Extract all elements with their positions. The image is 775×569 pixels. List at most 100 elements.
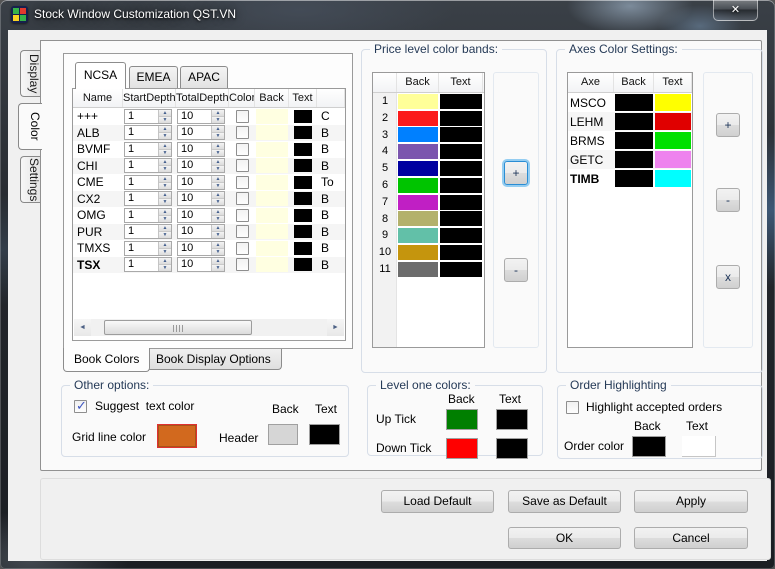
- side-tab-settings[interactable]: Settings: [20, 156, 41, 203]
- spinner-down-icon[interactable]: ▼: [212, 215, 224, 222]
- book-row-name[interactable]: TSX: [73, 257, 123, 274]
- book-row-totaldepth-spinner[interactable]: 10▲▼: [177, 241, 225, 256]
- book-row-back-swatch[interactable]: [256, 125, 288, 140]
- book-row-totaldepth-spinner[interactable]: 10▲▼: [177, 142, 225, 157]
- add-axis-button[interactable]: +: [716, 113, 740, 137]
- price-band-back-swatch[interactable]: [398, 127, 438, 142]
- book-row-text-swatch[interactable]: [294, 176, 312, 189]
- scrollbar-track[interactable]: [91, 319, 327, 336]
- side-tab-color[interactable]: Color: [18, 103, 42, 150]
- remove-axis-button[interactable]: -: [716, 188, 740, 212]
- book-row-name[interactable]: +++: [73, 108, 123, 125]
- spinner-down-icon[interactable]: ▼: [159, 264, 171, 271]
- spinner-down-icon[interactable]: ▼: [159, 182, 171, 189]
- book-column-header-color[interactable]: Color: [229, 89, 255, 107]
- horizontal-scrollbar[interactable]: ◄ ►: [74, 319, 344, 336]
- bottom-tab-book-colors[interactable]: Book Colors: [63, 348, 150, 372]
- axis-name[interactable]: BRMS: [568, 134, 614, 148]
- price-band-back-swatch[interactable]: [398, 262, 438, 277]
- book-row-back-swatch[interactable]: [256, 109, 288, 124]
- book-row-color-checkbox[interactable]: [236, 159, 249, 172]
- book-row-back-swatch[interactable]: [256, 175, 288, 190]
- price-band-back-swatch[interactable]: [398, 228, 438, 243]
- book-row-color-checkbox[interactable]: [236, 176, 249, 189]
- price-band-text-swatch[interactable]: [440, 228, 482, 243]
- spinner-down-icon[interactable]: ▼: [159, 215, 171, 222]
- price-band-text-swatch[interactable]: [440, 178, 482, 193]
- spinner-down-icon[interactable]: ▼: [159, 116, 171, 123]
- price-band-back-swatch[interactable]: [398, 195, 438, 210]
- axis-text-swatch[interactable]: [655, 170, 691, 187]
- book-row-totaldepth-spinner[interactable]: 10▲▼: [177, 208, 225, 223]
- book-row-totaldepth-spinner[interactable]: 10▲▼: [177, 158, 225, 173]
- book-row-totaldepth-spinner[interactable]: 10▲▼: [177, 191, 225, 206]
- remove-band-button[interactable]: -: [504, 258, 528, 282]
- add-band-button[interactable]: +: [504, 161, 528, 185]
- book-row-totaldepth-spinner[interactable]: 10▲▼: [177, 175, 225, 190]
- book-column-header-totaldepth[interactable]: TotalDepth: [176, 89, 229, 107]
- book-row-color-checkbox[interactable]: [236, 209, 249, 222]
- price-band-text-swatch[interactable]: [440, 94, 482, 109]
- apply-button[interactable]: Apply: [634, 490, 748, 513]
- axis-back-swatch[interactable]: [615, 151, 653, 168]
- spinner-down-icon[interactable]: ▼: [212, 264, 224, 271]
- spinner-down-icon[interactable]: ▼: [212, 132, 224, 139]
- ok-button[interactable]: OK: [508, 527, 621, 549]
- spinner-down-icon[interactable]: ▼: [212, 149, 224, 156]
- price-band-text-swatch[interactable]: [440, 245, 482, 260]
- axis-back-swatch[interactable]: [615, 113, 653, 130]
- spinner-down-icon[interactable]: ▼: [212, 248, 224, 255]
- titlebar[interactable]: Stock Window Customization QST.VN ✕: [0, 0, 775, 30]
- book-row-totaldepth-spinner[interactable]: 10▲▼: [177, 224, 225, 239]
- book-row-color-checkbox[interactable]: [236, 110, 249, 123]
- book-row-color-checkbox[interactable]: [236, 225, 249, 238]
- book-row-color-checkbox[interactable]: [236, 126, 249, 139]
- spinner-down-icon[interactable]: ▼: [212, 231, 224, 238]
- cancel-button[interactable]: Cancel: [634, 527, 748, 549]
- region-tab-emea[interactable]: EMEA: [129, 66, 178, 88]
- book-column-header-text[interactable]: Text: [289, 89, 317, 107]
- up-tick-text-swatch[interactable]: [496, 409, 528, 430]
- book-row-startdepth-spinner[interactable]: 1▲▼: [124, 142, 172, 157]
- highlight-accepted-orders-checkbox[interactable]: [566, 401, 579, 414]
- price-band-back-swatch[interactable]: [398, 161, 438, 176]
- book-row-text-swatch[interactable]: [294, 242, 312, 255]
- price-band-text-swatch[interactable]: [440, 161, 482, 176]
- up-tick-back-swatch[interactable]: [446, 409, 478, 430]
- price-band-text-swatch[interactable]: [440, 111, 482, 126]
- book-row-color-checkbox[interactable]: [236, 143, 249, 156]
- load-default-button[interactable]: Load Default: [381, 490, 494, 513]
- book-row-text-swatch[interactable]: [294, 192, 312, 205]
- spinner-down-icon[interactable]: ▼: [212, 165, 224, 172]
- book-row-color-checkbox[interactable]: [236, 258, 249, 271]
- down-tick-text-swatch[interactable]: [496, 438, 528, 459]
- axis-back-swatch[interactable]: [615, 170, 653, 187]
- price-band-text-swatch[interactable]: [440, 211, 482, 226]
- spinner-down-icon[interactable]: ▼: [159, 165, 171, 172]
- region-tab-ncsa[interactable]: NCSA: [75, 62, 126, 89]
- book-row-startdepth-spinner[interactable]: 1▲▼: [124, 241, 172, 256]
- save-as-default-button[interactable]: Save as Default: [508, 490, 621, 513]
- axis-back-swatch[interactable]: [615, 132, 653, 149]
- book-column-header-back[interactable]: Back: [255, 89, 289, 107]
- book-row-color-checkbox[interactable]: [236, 192, 249, 205]
- book-row-startdepth-spinner[interactable]: 1▲▼: [124, 125, 172, 140]
- close-button[interactable]: ✕: [713, 0, 758, 21]
- spinner-down-icon[interactable]: ▼: [159, 231, 171, 238]
- axis-name[interactable]: GETC: [568, 153, 614, 167]
- book-row-startdepth-spinner[interactable]: 1▲▼: [124, 208, 172, 223]
- bottom-tab-book-display-options[interactable]: Book Display Options: [145, 349, 282, 370]
- down-tick-back-swatch[interactable]: [446, 438, 478, 459]
- book-row-back-swatch[interactable]: [256, 241, 288, 256]
- spinner-down-icon[interactable]: ▼: [159, 248, 171, 255]
- book-row-name[interactable]: BVMF: [73, 141, 123, 158]
- book-row-back-swatch[interactable]: [256, 158, 288, 173]
- book-row-startdepth-spinner[interactable]: 1▲▼: [124, 191, 172, 206]
- spinner-down-icon[interactable]: ▼: [159, 149, 171, 156]
- book-row-text-swatch[interactable]: [294, 143, 312, 156]
- price-band-text-swatch[interactable]: [440, 127, 482, 142]
- book-row-text-swatch[interactable]: [294, 126, 312, 139]
- book-row-color-checkbox[interactable]: [236, 242, 249, 255]
- side-tab-display[interactable]: Display: [20, 50, 41, 97]
- price-band-back-swatch[interactable]: [398, 144, 438, 159]
